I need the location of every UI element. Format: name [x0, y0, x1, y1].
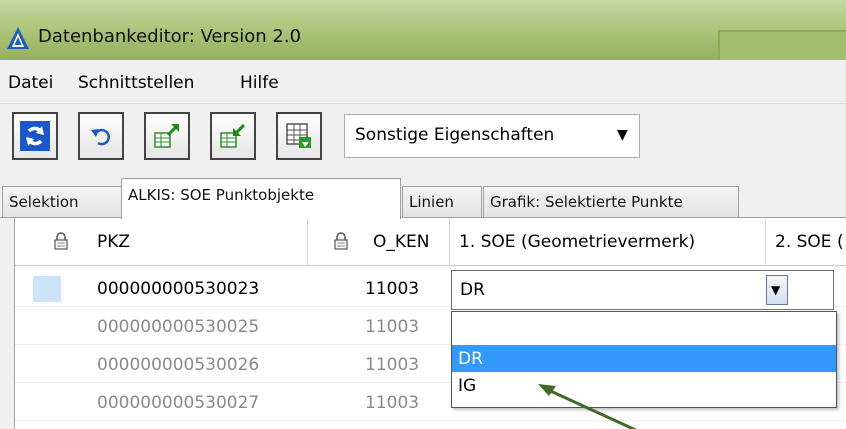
app-window: Datenbankeditor: Version 2.0 Datei Schni…	[0, 0, 846, 429]
annotation-arrow-icon	[538, 384, 638, 429]
